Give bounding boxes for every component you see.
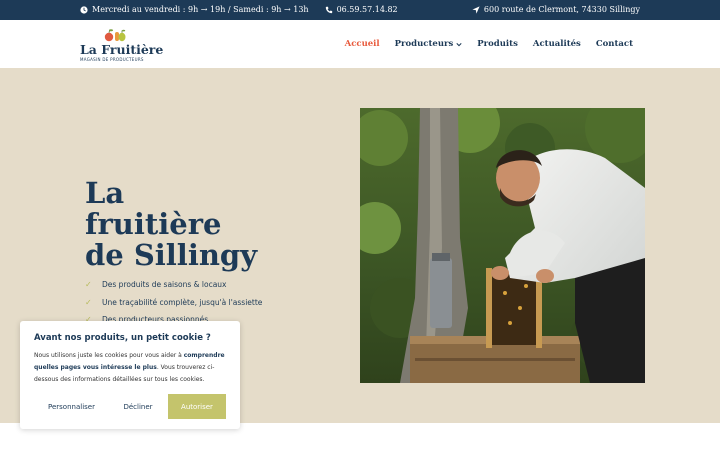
hero-title-line: de Sillingy [85,238,258,272]
nav-item-label: Actualités [532,39,581,49]
top-info-right: 600 route de Clermont, 74330 Sillingy [472,5,640,14]
nav-item-contact[interactable]: Contact [596,39,633,49]
chevron-down-icon [456,42,462,46]
check-icon: ✓ [85,280,92,290]
top-info-bar: Mercredi au vendredi : 9h → 19h / Samedi… [0,0,720,20]
nav-item-produits[interactable]: Produits [477,39,518,49]
nav-item-accueil[interactable]: Accueil [345,39,380,49]
feature-item: ✓ Des produits de saisons & locaux [85,276,262,294]
site-header: La Fruitière MAGASIN DE PRODUCTEURS Accu… [0,20,720,68]
nav-item-actualites[interactable]: Actualités [533,39,581,49]
nav-item-label: Contact [595,39,633,49]
cookie-consent-banner: Avant nos produits, un petit cookie ? No… [20,321,240,429]
site-logo[interactable]: La Fruitière MAGASIN DE PRODUCTEURS [80,28,163,64]
cookie-description: Nous utilisons juste les cookies pour vo… [34,350,230,386]
main-navigation: Accueil Producteurs Produits Actualités … [345,39,633,49]
fruit-basket-icon [104,29,126,42]
hero-title-line: La [85,176,125,210]
opening-hours: Mercredi au vendredi : 9h → 19h / Samedi… [92,5,309,14]
store-address[interactable]: 600 route de Clermont, 74330 Sillingy [484,5,640,14]
decline-button[interactable]: Décliner [110,394,166,419]
phone-number[interactable]: 06.59.57.14.82 [337,5,398,14]
beekeeper-photo [360,108,645,383]
location-arrow-icon [472,5,480,14]
top-info-left: Mercredi au vendredi : 9h → 19h / Samedi… [80,5,398,14]
feature-text: Une traçabilité complète, jusqu'à l'assi… [102,297,263,307]
hero-title: La fruitière de Sillingy [85,178,257,271]
check-icon: ✓ [85,297,92,307]
phone-icon [325,6,333,14]
cookie-text-part: Nous utilisons juste les cookies pour vo… [34,352,184,359]
nav-item-label: Produits [477,39,518,49]
cookie-title: Avant nos produits, un petit cookie ? [34,333,211,343]
nav-item-label: Producteurs [394,39,454,49]
logo-subtitle: MAGASIN DE PRODUCTEURS [80,57,144,62]
accept-button[interactable]: Autoriser [168,394,226,419]
clock-icon [80,5,88,14]
nav-item-producteurs[interactable]: Producteurs [395,39,463,49]
feature-item: ✓ Une traçabilité complète, jusqu'à l'as… [85,294,262,312]
logo-title: La Fruitière [80,42,164,57]
personalize-button[interactable]: Personnaliser [34,394,109,419]
hero-title-line: fruitière [85,207,222,241]
feature-text: Des produits de saisons & locaux [102,280,227,290]
nav-item-label: Accueil [344,39,380,49]
